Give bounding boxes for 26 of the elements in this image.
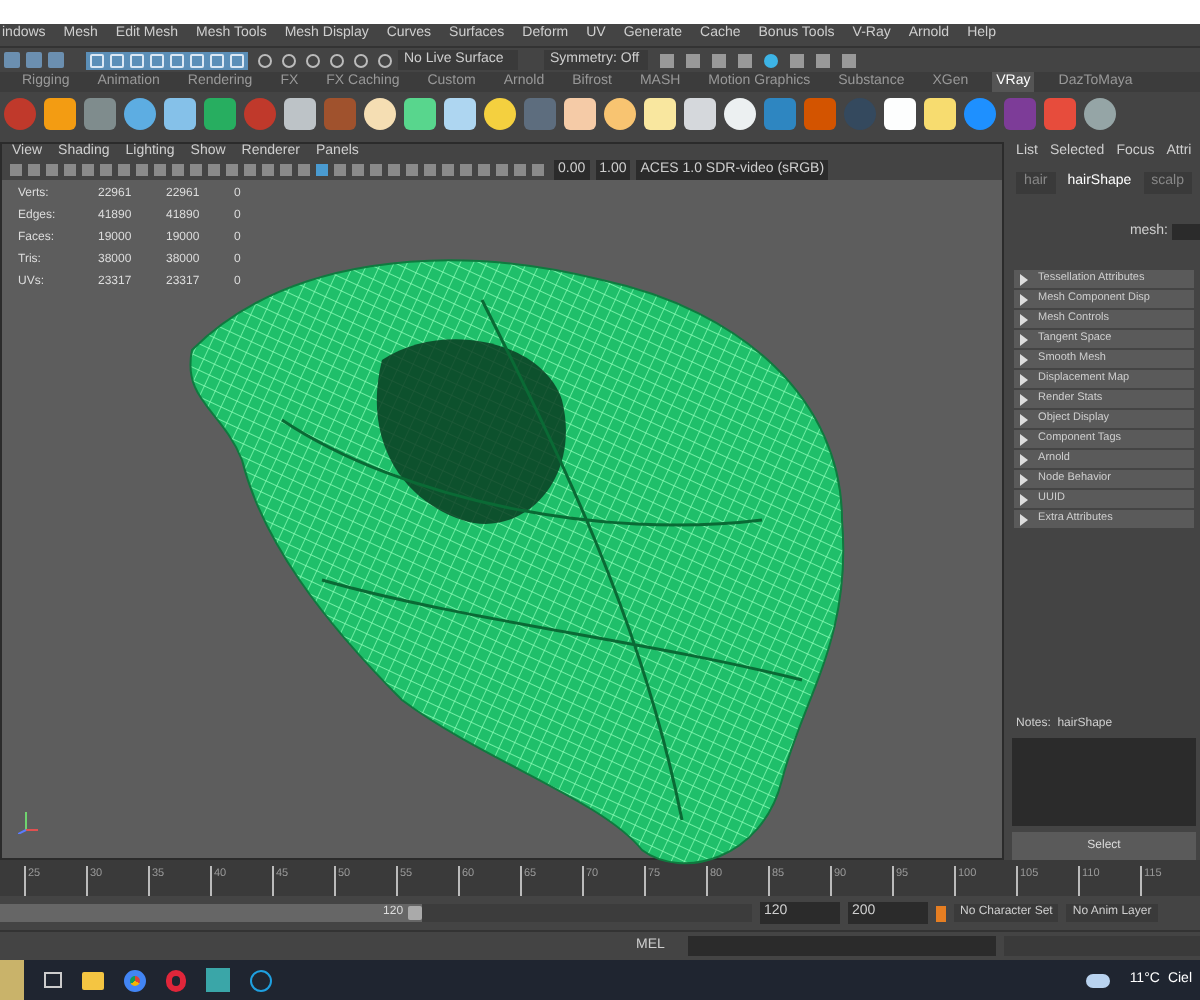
folder-icon[interactable] — [82, 971, 104, 989]
command-field[interactable] — [688, 936, 997, 956]
shelf-tool-icon[interactable] — [284, 98, 316, 130]
shelf-tool-icon[interactable] — [884, 98, 916, 130]
shelf-tool-icon[interactable] — [484, 98, 516, 130]
start-thumbnail[interactable] — [0, 960, 24, 1000]
task-view-icon[interactable] — [44, 972, 62, 988]
shelf-tool-icon[interactable] — [364, 98, 396, 130]
shelf-tool-icon[interactable] — [724, 98, 756, 130]
ring-browser-icon[interactable] — [166, 969, 186, 991]
mesh-field[interactable] — [1172, 223, 1200, 240]
shelf-tool-icon[interactable] — [924, 98, 956, 130]
shelf-tool-icon[interactable] — [444, 98, 476, 130]
shelf-tool-icon[interactable] — [44, 98, 76, 130]
shelf-tool-icon[interactable] — [124, 98, 156, 130]
shelf-tool-icon[interactable] — [684, 98, 716, 130]
shelf-tool-icon[interactable] — [644, 98, 676, 130]
shelf-tool-icon[interactable] — [604, 98, 636, 130]
notes-field[interactable] — [1012, 738, 1196, 826]
shelf-tool-icon[interactable] — [404, 98, 436, 130]
axis-gizmo-icon — [18, 810, 38, 834]
shelf-tool-icon[interactable] — [1084, 98, 1116, 130]
browser-icon[interactable] — [124, 969, 146, 991]
cloud-icon — [1085, 973, 1110, 987]
shelf-tool-icon[interactable] — [564, 98, 596, 130]
shelf-tool-icon[interactable] — [164, 98, 196, 130]
